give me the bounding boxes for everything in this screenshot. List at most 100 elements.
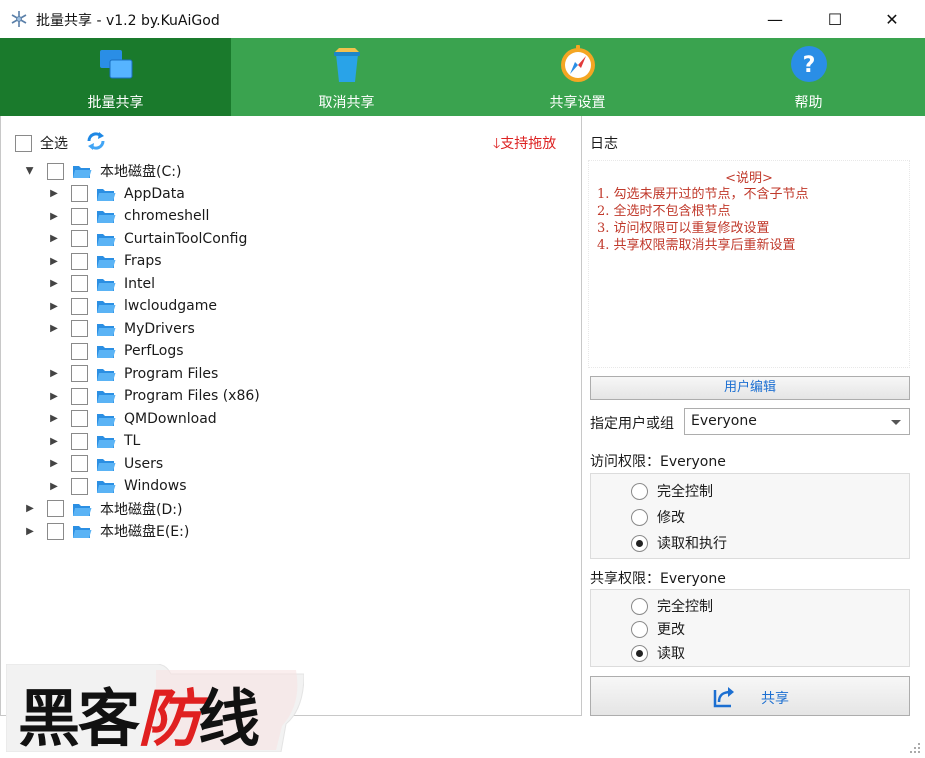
folder-icon <box>97 188 116 201</box>
tree-node-label: MyDrivers <box>124 320 195 337</box>
help-icon: ? <box>790 46 827 82</box>
expand-right-icon[interactable]: ▶ <box>47 299 61 313</box>
note-item: 3. 访问权限可以重复修改设置 <box>597 221 770 236</box>
share-permission-group: 完全控制 更改 读取 <box>590 589 910 667</box>
tree-node-checkbox[interactable] <box>47 162 64 180</box>
expand-right-icon[interactable]: ▶ <box>47 254 61 268</box>
close-button[interactable]: ✕ <box>862 0 922 38</box>
expand-right-icon[interactable]: ▶ <box>47 277 61 291</box>
window-title: 批量共享 - v1.2 by.KuAiGod <box>36 13 220 29</box>
folder-icon <box>97 436 116 448</box>
tree-node[interactable]: ▶ lwcloudgame <box>47 295 217 317</box>
folder-tree-pane: 全选 🡓支持拖放 ▶ 本地磁盘(C:) ▶ AppData ▶ chromeshell ▶ C… <box>0 116 582 716</box>
tree-node-label: CurtainToolConfig <box>124 230 248 247</box>
expand-right-icon[interactable]: ▶ <box>23 502 37 516</box>
tree-node[interactable]: ▶ TL <box>47 430 140 452</box>
radio-label: 读取 <box>657 646 685 662</box>
tree-node-checkbox[interactable] <box>71 455 88 472</box>
share-radio-change[interactable]: 更改 <box>631 619 685 639</box>
tree-node-checkbox[interactable] <box>71 252 88 270</box>
windows-blocks-icon <box>99 50 132 79</box>
select-all-checkbox[interactable]: 全选 <box>15 133 68 153</box>
tree-node[interactable]: ▶ CurtainToolConfig <box>47 228 247 250</box>
radio-button[interactable] <box>631 508 648 526</box>
tree-node-checkbox[interactable] <box>47 500 64 517</box>
radio-button-selected[interactable] <box>631 534 648 552</box>
expand-right-icon[interactable]: ▶ <box>47 322 61 336</box>
user-group-select[interactable]: Everyone <box>684 408 910 435</box>
expand-right-icon[interactable]: ▶ <box>47 209 61 223</box>
share-button-label: 共享 <box>761 691 789 707</box>
tree-node[interactable]: ▶ Fraps <box>47 250 162 272</box>
tree-node[interactable]: ▶ Windows <box>47 475 187 497</box>
share-settings-tab[interactable]: 共享设置 <box>462 38 693 116</box>
tree-node[interactable]: PerfLogs <box>47 340 184 362</box>
tree-node-checkbox[interactable] <box>71 297 88 315</box>
expand-right-icon[interactable]: ▶ <box>47 187 61 201</box>
note-item: 2. 全选时不包含根节点 <box>597 204 731 219</box>
tree-node-checkbox[interactable] <box>47 522 64 540</box>
tree-node-label: Users <box>124 455 164 472</box>
tree-node-checkbox[interactable] <box>71 477 88 495</box>
select-all-box[interactable] <box>15 134 32 152</box>
help-tab[interactable]: ? 帮助 <box>693 38 924 116</box>
tree-node-checkbox[interactable] <box>71 342 88 360</box>
minimize-button[interactable]: — <box>745 0 805 38</box>
expand-down-icon[interactable]: ▶ <box>23 164 37 178</box>
expand-right-icon[interactable]: ▶ <box>47 412 61 426</box>
access-radio-modify[interactable]: 修改 <box>631 507 685 527</box>
watermark-logo: 黑客防线 <box>6 664 304 755</box>
share-button[interactable]: 共享 <box>590 676 910 716</box>
tree-node-checkbox[interactable] <box>71 410 88 427</box>
tree-node-checkbox[interactable] <box>71 207 88 225</box>
tree-node[interactable]: ▶ QMDownload <box>47 408 217 430</box>
expand-right-icon[interactable]: ▶ <box>23 524 37 538</box>
share-radio-read[interactable]: 读取 <box>631 643 685 663</box>
tree-node[interactable]: ▶ Program Files <box>47 363 218 385</box>
radio-label: 完全控制 <box>657 484 713 500</box>
refresh-icon[interactable] <box>85 130 107 152</box>
access-radio-full-control[interactable]: 完全控制 <box>631 481 713 501</box>
expand-right-icon[interactable]: ▶ <box>47 457 61 471</box>
maximize-button[interactable]: ☐ <box>805 0 865 38</box>
tree-node-checkbox[interactable] <box>71 185 88 202</box>
tree-node[interactable]: ▶ Program Files (x86) <box>47 385 260 407</box>
radio-button-selected[interactable] <box>631 644 648 662</box>
radio-button[interactable] <box>631 620 648 638</box>
snowflake-icon <box>11 11 27 27</box>
folder-icon <box>73 526 92 538</box>
tree-node-checkbox[interactable] <box>71 387 88 405</box>
tree-node[interactable]: ▶ MyDrivers <box>47 318 195 340</box>
expand-right-icon[interactable]: ▶ <box>47 367 61 381</box>
tree-node[interactable]: ▶ chromeshell <box>47 205 209 227</box>
tree-node-checkbox[interactable] <box>71 432 88 450</box>
tree-node[interactable]: ▶ AppData <box>47 183 185 205</box>
access-permission-title: 访问权限：Everyone <box>590 454 726 470</box>
folder-icon <box>97 256 116 268</box>
expand-right-icon[interactable]: ▶ <box>47 479 61 493</box>
share-arrow-icon <box>713 687 734 708</box>
radio-button[interactable] <box>631 482 648 500</box>
tree-node[interactable]: ▶ 本地磁盘E(E:) <box>23 520 189 542</box>
expand-right-icon[interactable]: ▶ <box>47 434 61 448</box>
radio-button[interactable] <box>631 597 648 615</box>
tree-node[interactable]: ▶ 本地磁盘(C:) <box>23 160 181 182</box>
tree-node-checkbox[interactable] <box>71 320 88 337</box>
tree-node[interactable]: ▶ Users <box>47 453 163 475</box>
user-edit-button[interactable]: 用户编辑 <box>590 376 910 400</box>
tree-node[interactable]: ▶ 本地磁盘(D:) <box>23 498 182 520</box>
resize-grip-icon[interactable] <box>909 742 921 754</box>
share-radio-full-control[interactable]: 完全控制 <box>631 596 713 616</box>
expand-right-icon[interactable]: ▶ <box>47 232 61 246</box>
cancel-share-tab[interactable]: 取消共享 <box>231 38 462 116</box>
tree-node-label: QMDownload <box>124 410 217 427</box>
expand-right-icon[interactable]: ▶ <box>47 389 61 403</box>
tree-node-checkbox[interactable] <box>71 275 88 292</box>
batch-share-label: 批量共享 <box>87 95 144 111</box>
access-radio-read-execute[interactable]: 读取和执行 <box>631 533 727 553</box>
batch-share-tab[interactable]: 批量共享 <box>0 38 231 116</box>
user-group-value: Everyone <box>691 413 757 429</box>
tree-node-checkbox[interactable] <box>71 230 88 247</box>
tree-node[interactable]: ▶ Intel <box>47 273 155 295</box>
tree-node-checkbox[interactable] <box>71 365 88 382</box>
